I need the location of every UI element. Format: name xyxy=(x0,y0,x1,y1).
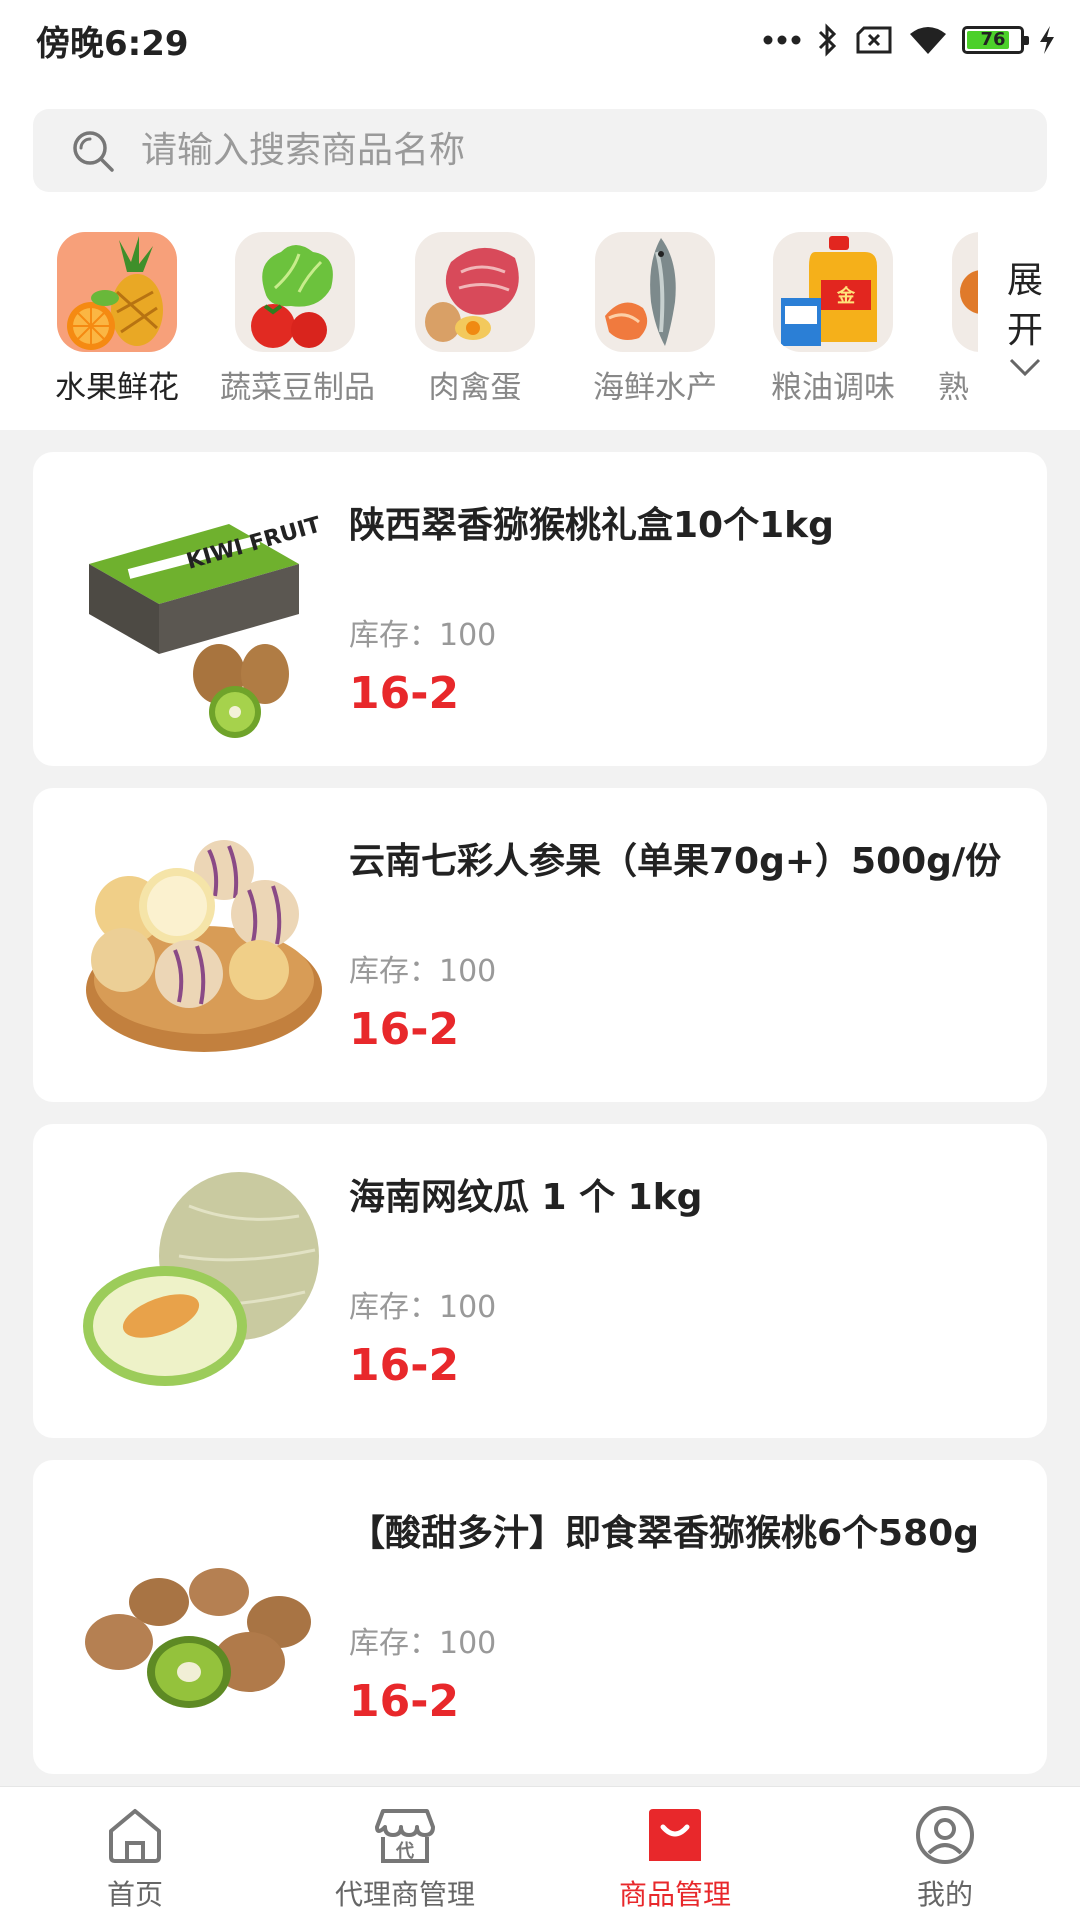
product-name: 海南网纹瓜 1 个 1kg xyxy=(349,1177,703,1218)
tab-agent-management[interactable]: 代 代理商管理 xyxy=(270,1787,540,1920)
shopping-bag-icon xyxy=(649,1809,701,1861)
battery-icon: 76 xyxy=(962,26,1029,54)
product-price: 16-2 xyxy=(349,1676,460,1727)
more-dots-icon xyxy=(763,35,801,45)
product-card[interactable]: 云南七彩人参果（单果70g+）500g/份 库存：100 16-2 xyxy=(33,788,1047,1102)
product-card[interactable]: 【酸甜多汁】即食翠香猕猴桃6个580g 库存：100 16-2 xyxy=(33,1460,1047,1774)
status-bar: 傍晚6:29 76 xyxy=(0,0,1080,80)
category-fruit-flowers[interactable]: 水果鲜花 xyxy=(42,220,192,400)
product-name: 云南七彩人参果（单果70g+）500g/份 xyxy=(349,841,1002,882)
product-stock: 库存：100 xyxy=(349,954,497,989)
status-time: 傍晚6:29 xyxy=(36,24,189,64)
charging-icon xyxy=(1040,26,1054,54)
top-panel: 傍晚6:29 76 请输入搜索商品名称 水果鲜花 蔬菜豆制品 肉禽蛋 海鲜水产 … xyxy=(0,0,1080,430)
category-strip: 水果鲜花 蔬菜豆制品 肉禽蛋 海鲜水产 金 粮油调味 熟 xyxy=(0,220,1080,400)
melon-image xyxy=(69,1146,339,1416)
product-card[interactable]: 海南网纹瓜 1 个 1kg 库存：100 16-2 xyxy=(33,1124,1047,1438)
grain-oil-icon: 金 xyxy=(773,232,893,352)
expand-categories-button[interactable]: 展 开 xyxy=(995,256,1055,382)
category-label: 水果鲜花 xyxy=(55,370,179,400)
category-label: 蔬菜豆制品 xyxy=(220,370,375,400)
tab-label: 商品管理 xyxy=(618,1878,731,1911)
product-price: 16-2 xyxy=(349,668,460,719)
product-stock: 库存：100 xyxy=(349,1290,497,1325)
cooked-food-icon xyxy=(952,232,978,352)
pepino-image xyxy=(69,810,339,1080)
bluetooth-icon xyxy=(818,23,837,57)
sim-error-icon xyxy=(856,26,892,54)
tab-label: 代理商管理 xyxy=(334,1878,475,1911)
svg-text:金: 金 xyxy=(836,285,856,307)
tab-product-management[interactable]: 商品管理 xyxy=(540,1787,810,1920)
tab-label: 我的 xyxy=(916,1878,973,1911)
category-label: 熟 xyxy=(938,370,969,400)
category-vegetables-tofu[interactable]: 蔬菜豆制品 xyxy=(220,220,375,400)
product-name: 【酸甜多汁】即食翠香猕猴桃6个580g xyxy=(349,1513,979,1554)
category-label: 海鲜水产 xyxy=(593,370,717,400)
product-price: 16-2 xyxy=(349,1004,460,1055)
home-icon xyxy=(109,1809,161,1863)
tab-home[interactable]: 首页 xyxy=(0,1787,270,1920)
svg-text:代: 代 xyxy=(395,1841,414,1862)
category-grain-oil[interactable]: 金 粮油调味 xyxy=(758,220,908,400)
meat-icon xyxy=(415,232,535,352)
search-bar[interactable] xyxy=(33,109,1047,192)
chevron-down-icon xyxy=(1009,358,1041,377)
fruit-icon xyxy=(57,232,177,352)
category-seafood[interactable]: 海鲜水产 xyxy=(580,220,730,400)
seafood-icon xyxy=(595,232,715,352)
vegetable-icon xyxy=(235,232,355,352)
wifi-icon xyxy=(910,27,946,54)
kiwi-image xyxy=(69,1482,339,1752)
status-icons: 76 xyxy=(762,18,1056,62)
agent-store-icon: 代 xyxy=(375,1809,435,1863)
expand-label-line2: 开 xyxy=(1006,310,1043,351)
product-stock: 库存：100 xyxy=(349,1626,497,1661)
kiwi-box-image: KIWI FRUIT xyxy=(69,474,339,744)
product-stock: 库存：100 xyxy=(349,618,497,653)
expand-label-line1: 展 xyxy=(1006,260,1043,301)
product-price: 16-2 xyxy=(349,1340,460,1391)
category-label: 粮油调味 xyxy=(771,370,895,400)
category-label: 肉禽蛋 xyxy=(428,370,522,400)
product-name: 陕西翠香猕猴桃礼盒10个1kg xyxy=(349,505,834,546)
search-input[interactable] xyxy=(141,130,1001,171)
battery-level: 76 xyxy=(980,29,1006,50)
bottom-tab-bar: 首页 代 代理商管理 商品管理 我的 xyxy=(0,1786,1080,1920)
product-card[interactable]: KIWI FRUIT 陕西翠香猕猴桃礼盒10个1kg 库存：100 16-2 xyxy=(33,452,1047,766)
category-cooked-food[interactable]: 熟 xyxy=(938,220,978,400)
search-icon xyxy=(73,130,114,172)
tab-mine[interactable]: 我的 xyxy=(810,1787,1080,1920)
category-meat-eggs[interactable]: 肉禽蛋 xyxy=(400,220,550,400)
user-icon xyxy=(916,1806,974,1864)
tab-label: 首页 xyxy=(106,1878,163,1911)
